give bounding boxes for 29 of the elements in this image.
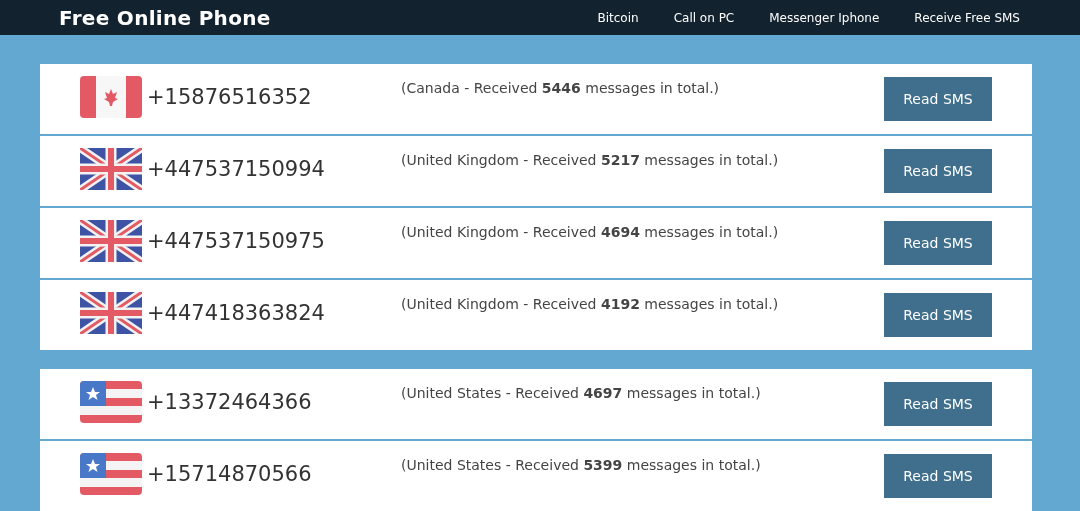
canada-flag-icon	[80, 76, 142, 118]
read-sms-button[interactable]: Read SMS	[884, 77, 992, 121]
nav-link[interactable]: Call on PC	[673, 10, 735, 25]
uk-flag-icon	[80, 148, 142, 190]
phone-number: +15714870566	[147, 462, 312, 486]
phone-number: +447537150994	[147, 157, 325, 181]
message-count: (United States - Received 5399 messages in total.)	[401, 456, 762, 473]
message-count: (United Kingdom - Received 5217 messages in total.)	[401, 151, 780, 168]
phone-number: +447418363824	[147, 301, 325, 325]
message-count: (United States - Received 4697 messages in total.)	[401, 384, 762, 401]
us-flag-icon	[80, 453, 142, 495]
uk-flag-icon	[80, 220, 142, 262]
uk-flag-icon	[80, 292, 142, 334]
site-title: Free Online Phone	[59, 5, 272, 30]
nav-link[interactable]: Messenger Iphone	[769, 10, 880, 25]
message-count: (Canada - Received 5446 messages in total.)	[401, 79, 721, 96]
phone-number: +15876516352	[147, 85, 312, 109]
nav-link[interactable]: Receive Free SMS	[914, 10, 1020, 25]
message-count: (United Kingdom - Received 4694 messages in total.)	[401, 223, 780, 240]
read-sms-button[interactable]: Read SMS	[884, 221, 992, 265]
read-sms-button[interactable]: Read SMS	[884, 293, 992, 337]
us-flag-icon	[80, 381, 142, 423]
read-sms-button[interactable]: Read SMS	[884, 454, 992, 498]
read-sms-button[interactable]: Read SMS	[884, 382, 992, 426]
phone-number: +13372464366	[147, 390, 312, 414]
read-sms-button[interactable]: Read SMS	[884, 149, 992, 193]
message-count: (United Kingdom - Received 4192 messages in total.)	[401, 295, 780, 312]
nav-link[interactable]: Bitcoin	[597, 10, 639, 25]
phone-number: +447537150975	[147, 229, 325, 253]
